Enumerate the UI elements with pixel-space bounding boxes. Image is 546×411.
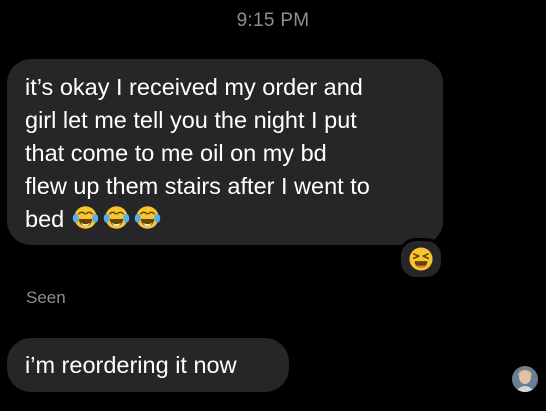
read-receipt: Seen xyxy=(26,288,66,307)
received-message-bubble[interactable]: it’s okay I received my order and girl l… xyxy=(7,59,443,245)
face-with-tears-of-joy-icon xyxy=(72,206,99,229)
message-reaction[interactable] xyxy=(398,238,444,280)
avatar-image xyxy=(512,366,538,392)
message-line: it’s okay I received my order and xyxy=(25,74,363,100)
message-line-text: bed xyxy=(25,206,65,232)
emoji-row xyxy=(72,204,161,231)
message-last-line: bed xyxy=(25,203,427,236)
message-line: girl let me tell you the night I put xyxy=(25,107,357,133)
message-line: that come to me oil on my bd xyxy=(25,140,327,166)
laughing-face-icon xyxy=(409,247,433,271)
message-line: flew up them stairs after I went to xyxy=(25,173,370,199)
message-timestamp: 9:15 PM xyxy=(236,10,310,31)
face-with-tears-of-joy-icon xyxy=(103,206,130,229)
face-with-tears-of-joy-icon xyxy=(134,206,161,229)
contact-avatar[interactable] xyxy=(512,366,538,392)
received-message-bubble[interactable]: i’m reordering it now xyxy=(7,338,289,392)
